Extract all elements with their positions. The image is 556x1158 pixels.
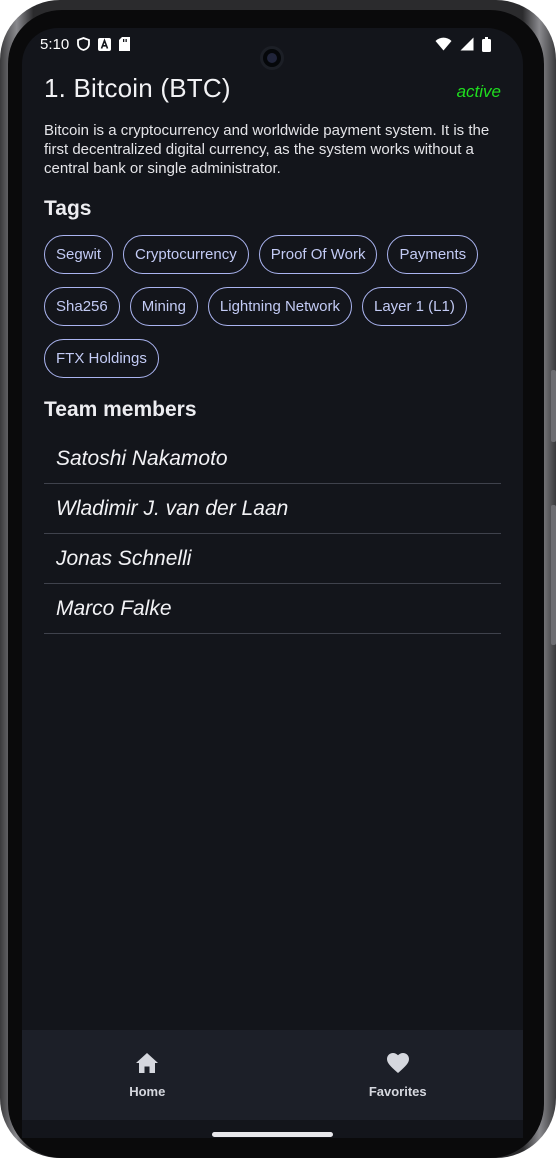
shield-icon <box>77 37 91 51</box>
tag-chip[interactable]: Lightning Network <box>207 287 352 326</box>
tag-chip[interactable]: Mining <box>129 287 198 326</box>
a-badge-icon <box>98 37 112 51</box>
status-left: 5:10 <box>40 35 131 53</box>
status-label: active <box>456 82 501 101</box>
tag-chip[interactable]: Cryptocurrency <box>123 235 249 274</box>
team-member-item[interactable]: Marco Falke <box>44 584 501 634</box>
team-heading: Team members <box>44 398 197 421</box>
nav-favorites-label: Favorites <box>368 1084 427 1099</box>
nav-home-label: Home <box>129 1084 166 1099</box>
phone-frame: 5:10 1. Bitcoin (BTC) active Bitcoin is … <box>0 0 556 1158</box>
power-button <box>551 370 556 442</box>
team-list: Satoshi Nakamoto Wladimir J. van der Laa… <box>44 434 501 634</box>
tag-chip[interactable]: FTX Holdings <box>44 339 159 378</box>
tag-chip[interactable]: Segwit <box>44 235 114 274</box>
tag-chip[interactable]: Payments <box>387 235 479 274</box>
team-member-item[interactable]: Wladimir J. van der Laan <box>44 484 501 534</box>
wifi-icon <box>435 37 452 51</box>
app-screen: 5:10 1. Bitcoin (BTC) active Bitcoin is … <box>22 28 523 1138</box>
signal-icon <box>460 37 474 51</box>
tags-heading: Tags <box>44 197 92 220</box>
battery-icon <box>482 36 491 52</box>
front-camera <box>260 46 284 70</box>
coin-title: 1. Bitcoin (BTC) <box>44 73 231 103</box>
bottom-navigation: Home Favorites <box>22 1030 523 1120</box>
coin-description: Bitcoin is a cryptocurrency and worldwid… <box>44 122 490 177</box>
nav-favorites[interactable]: Favorites <box>273 1030 524 1120</box>
team-member-item[interactable]: Satoshi Nakamoto <box>44 434 501 484</box>
tag-chip[interactable]: Proof Of Work <box>258 235 378 274</box>
heart-icon <box>385 1050 411 1076</box>
team-member-item[interactable]: Jonas Schnelli <box>44 534 501 584</box>
detail-header: 1. Bitcoin (BTC) active <box>44 73 501 104</box>
volume-button <box>551 505 556 645</box>
tags-list: Segwit Cryptocurrency Proof Of Work Paym… <box>44 235 501 378</box>
status-time: 5:10 <box>40 35 70 53</box>
home-gesture-bar[interactable] <box>212 1132 333 1137</box>
status-right <box>435 36 491 52</box>
tag-chip[interactable]: Sha256 <box>44 287 120 326</box>
nav-home[interactable]: Home <box>22 1030 273 1120</box>
detail-content: 1. Bitcoin (BTC) active Bitcoin is a cry… <box>44 73 501 634</box>
sd-card-icon <box>119 37 131 51</box>
tag-chip[interactable]: Layer 1 (L1) <box>361 287 467 326</box>
home-icon <box>134 1050 160 1076</box>
